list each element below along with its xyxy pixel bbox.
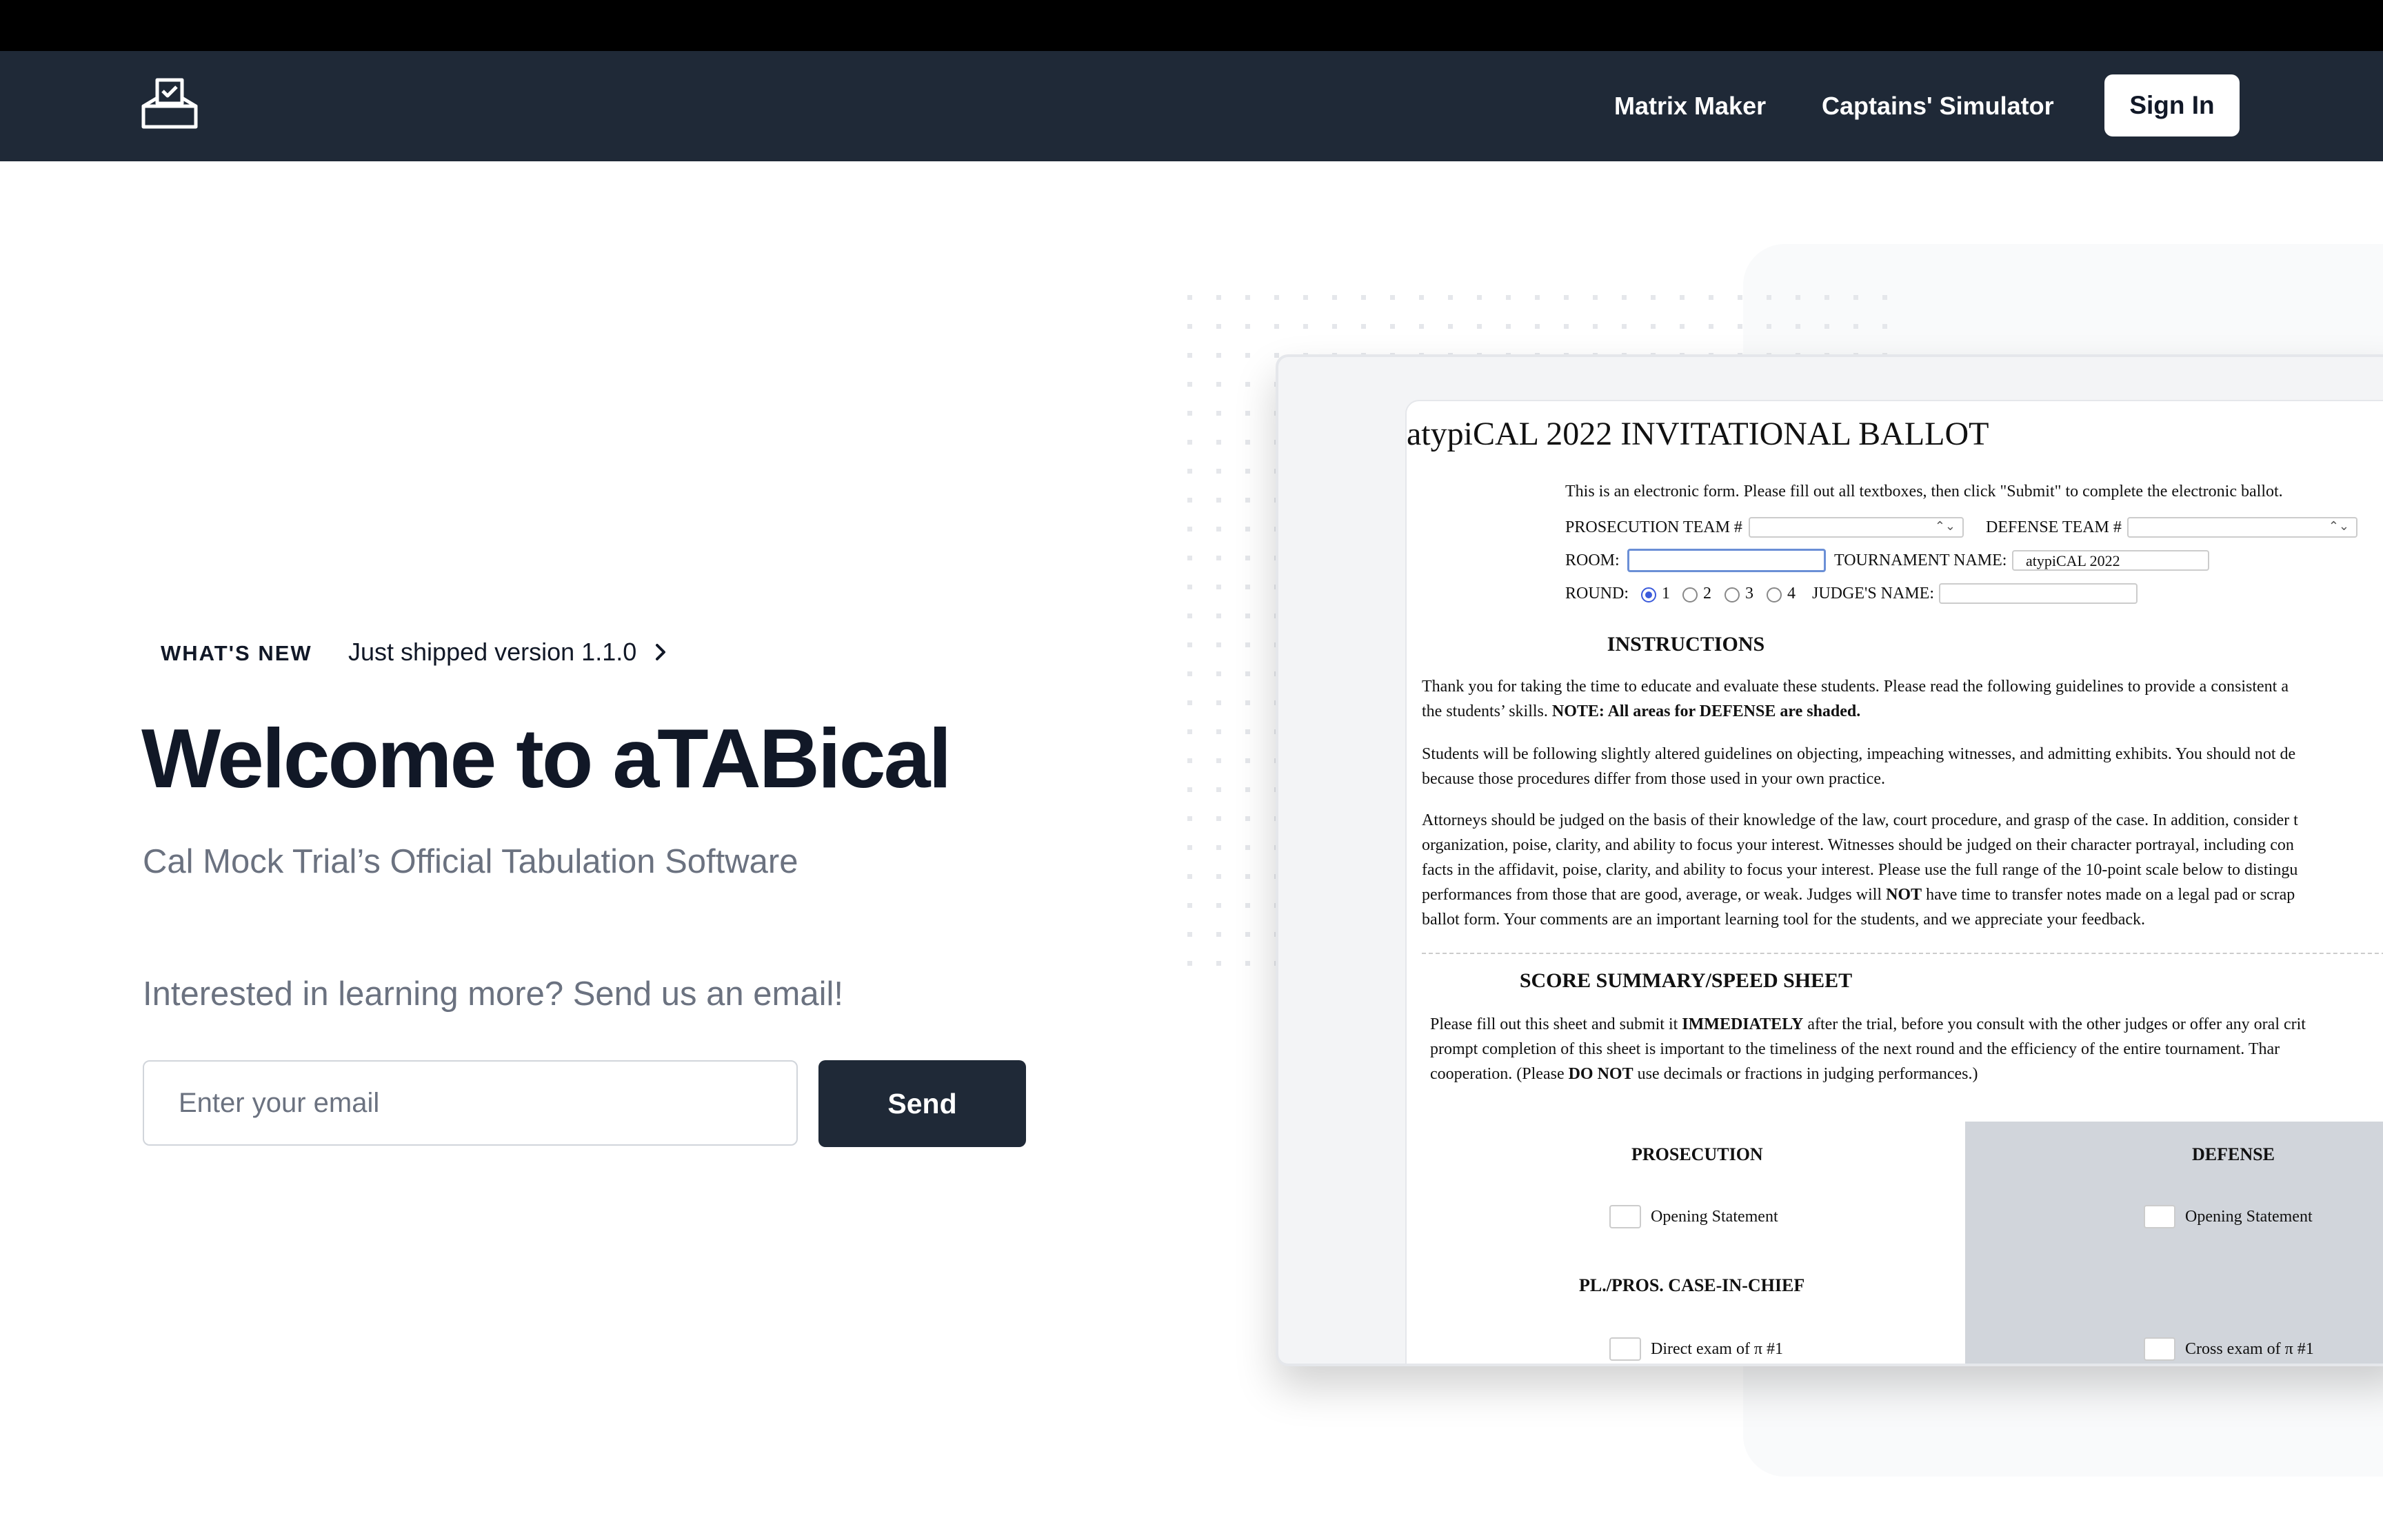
score-summary-paragraph: Please fill out this sheet and submit it…	[1430, 1015, 2306, 1083]
instructions-paragraph-3: Attorneys should be judged on the basis …	[1422, 811, 2298, 929]
send-button[interactable]: Send	[818, 1060, 1026, 1147]
round-radio-group: 1 2 3 4	[1641, 582, 1820, 607]
page-title: Welcome to aTABical	[141, 711, 952, 805]
defense-column-heading: DEFENSE	[2192, 1144, 2275, 1164]
room-label: ROOM:	[1565, 551, 1620, 569]
spinner-icon: ⌃⌄	[2328, 519, 2349, 533]
room-input[interactable]	[1627, 549, 1826, 572]
cta-text: Interested in learning more? Send us an …	[143, 975, 843, 1013]
round-radio-3[interactable]	[1725, 587, 1740, 602]
prosecution-team-label: PROSECUTION TEAM #	[1565, 518, 1742, 536]
page-subtitle: Cal Mock Trial’s Official Tabulation Sof…	[143, 843, 798, 880]
spinner-icon: ⌃⌄	[1934, 519, 1955, 533]
case-in-chief-heading: PL./PROS. CASE-IN-CHIEF	[1579, 1275, 1805, 1295]
round-option-label: 1	[1662, 585, 1670, 602]
chevron-right-icon	[656, 644, 666, 660]
tournament-name-input[interactable]: atypiCAL 2022	[2012, 550, 2209, 571]
navbar: Matrix Maker Captains' Simulator Sign In	[0, 51, 2383, 161]
round-radio-2[interactable]	[1682, 587, 1698, 602]
prosecution-team-select[interactable]: ⌃⌄	[1749, 517, 1964, 538]
nav-link-captains-simulator[interactable]: Captains' Simulator	[1822, 92, 2054, 120]
nav-link-matrix-maker[interactable]: Matrix Maker	[1614, 92, 1766, 120]
whats-new-badge: WHAT'S NEW	[161, 641, 312, 665]
instructions-paragraph-2: Students will be following slightly alte…	[1422, 745, 2296, 788]
round-option-label: 2	[1703, 585, 1711, 602]
round-option-label: 3	[1745, 585, 1753, 602]
defense-opening-label: Opening Statement	[2185, 1208, 2313, 1226]
instructions-paragraph-1: Thank you for taking the time to educate…	[1422, 678, 2289, 720]
prosecution-direct-score-box[interactable]	[1609, 1337, 1641, 1361]
round-radio-4[interactable]	[1767, 587, 1782, 602]
top-black-bar	[0, 0, 2383, 51]
instructions-heading: INSTRUCTIONS	[1607, 633, 1765, 656]
round-label: ROUND:	[1565, 585, 1629, 602]
ballot-title: atypiCAL 2022 INVITATIONAL BALLOT	[1407, 416, 1989, 452]
prosecution-opening-score-box[interactable]	[1609, 1205, 1641, 1228]
prosecution-direct-label: Direct exam of π #1	[1651, 1340, 1784, 1358]
defense-cross-label: Cross exam of π #1	[2185, 1340, 2314, 1358]
ballot-document: atypiCAL 2022 INVITATIONAL BALLOT This i…	[1405, 400, 2383, 1364]
defense-team-select[interactable]: ⌃⌄	[2127, 517, 2357, 538]
prosecution-opening-label: Opening Statement	[1651, 1208, 1778, 1226]
tournament-name-label: TOURNAMENT NAME:	[1834, 551, 2007, 569]
email-input[interactable]	[143, 1060, 798, 1146]
round-radio-1[interactable]	[1641, 587, 1656, 602]
defense-opening-score-box[interactable]	[2144, 1205, 2175, 1228]
sign-in-button[interactable]: Sign In	[2104, 74, 2240, 136]
dashed-divider	[1422, 953, 2383, 954]
prosecution-column-heading: PROSECUTION	[1631, 1144, 1763, 1164]
round-option-label: 4	[1787, 585, 1796, 602]
ballot-box-icon[interactable]	[141, 77, 199, 130]
ballot-intro: This is an electronic form. Please fill …	[1565, 483, 2283, 500]
judge-name-label: JUDGE'S NAME:	[1812, 585, 1934, 602]
defense-team-label: DEFENSE TEAM #	[1986, 518, 2122, 536]
score-summary-heading: SCORE SUMMARY/SPEED SHEET	[1519, 969, 1853, 992]
defense-cross-score-box[interactable]	[2144, 1337, 2175, 1361]
defense-shaded-area	[1965, 1122, 2383, 1364]
announcement-link[interactable]: Just shipped version 1.1.0	[348, 638, 672, 667]
judge-name-input[interactable]	[1939, 583, 2138, 604]
ballot-preview-frame: atypiCAL 2022 INVITATIONAL BALLOT This i…	[1276, 354, 2383, 1366]
announcement-text: Just shipped version 1.1.0	[348, 638, 637, 666]
